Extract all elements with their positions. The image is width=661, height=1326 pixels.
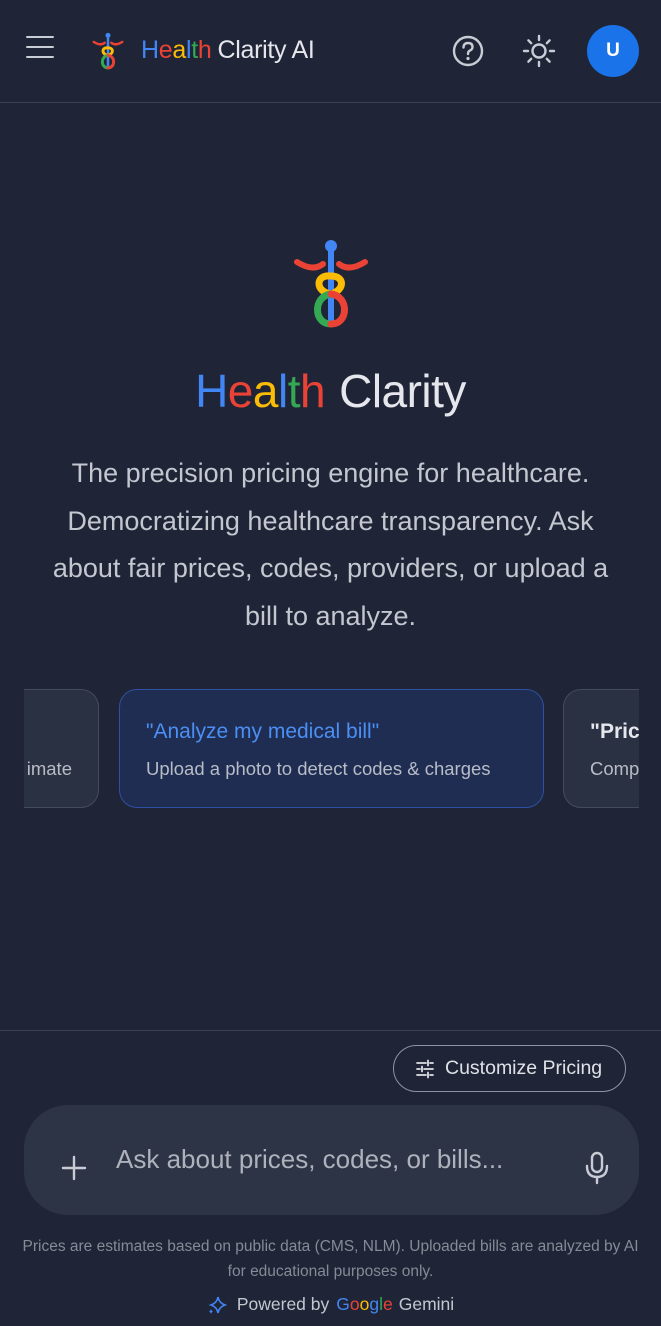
suggestion-subtitle: Upload a photo to detect codes & charges [146,758,491,779]
title-letter: h [300,365,326,417]
help-icon[interactable] [451,34,485,68]
title-letter: e [227,365,254,417]
customize-pricing-button[interactable]: Customize Pricing [393,1045,626,1092]
plus-icon[interactable] [61,1155,87,1181]
title-letter: a [252,365,279,417]
title-rest: Clarity AI [217,36,315,64]
suggestion-subtitle: imate [26,758,72,779]
suggestion-subtitle: Comp [590,758,639,779]
suggestion-card[interactable]: "Pric Comp [563,689,639,808]
powered-by: Powered by Google Gemini [0,1294,661,1315]
title-letter: t [191,36,198,64]
google-letter: o [359,1294,370,1314]
hero-description: The precision pricing engine for healthc… [52,458,609,631]
app-header: Health Clarity AI U [0,0,661,103]
google-letter: o [349,1294,360,1314]
suggestion-carousel[interactable]: imate "Analyze my medical bill" Upload a… [24,689,639,809]
google-letter: e [382,1294,393,1314]
google-wordmark: Google [336,1294,392,1315]
gemini-text: Gemini [398,1294,455,1314]
title-letter: H [141,36,159,64]
title-letter: e [158,36,173,64]
chat-input-bar [24,1105,639,1215]
title-letter: l [277,365,288,417]
title-letter: t [287,365,301,417]
sparkle-icon [208,1296,227,1314]
customize-pricing-label: Customize Pricing [445,1057,603,1079]
title-letter: a [172,36,186,64]
menu-icon[interactable] [24,36,56,66]
hero-title: Health Clarity [0,364,661,418]
suggestion-title: "Analyze my medical bill" [146,720,380,743]
tune-icon [416,1059,434,1078]
app-title: Health Clarity AI [141,36,315,65]
caduceus-logo-icon [92,32,124,70]
title-letter: h [197,36,212,64]
title-letter: H [195,365,228,417]
google-letter: g [369,1294,380,1314]
avatar[interactable]: U [587,25,639,77]
suggestion-title: "Pric [590,720,639,743]
powered-by-text: Powered by [236,1294,330,1314]
suggestion-card-analyze-bill[interactable]: "Analyze my medical bill" Upload a photo… [119,689,544,808]
caduceus-logo-icon [294,240,368,328]
sun-icon[interactable] [521,33,557,69]
hero-title-rest: Clarity [339,365,466,417]
google-letter: G [336,1294,350,1314]
disclaimer: Prices are estimates based on public dat… [22,1238,639,1280]
divider [0,1030,661,1031]
mic-icon[interactable] [584,1151,610,1185]
suggestion-card[interactable]: imate [24,689,99,808]
chat-input[interactable] [116,1139,556,1179]
